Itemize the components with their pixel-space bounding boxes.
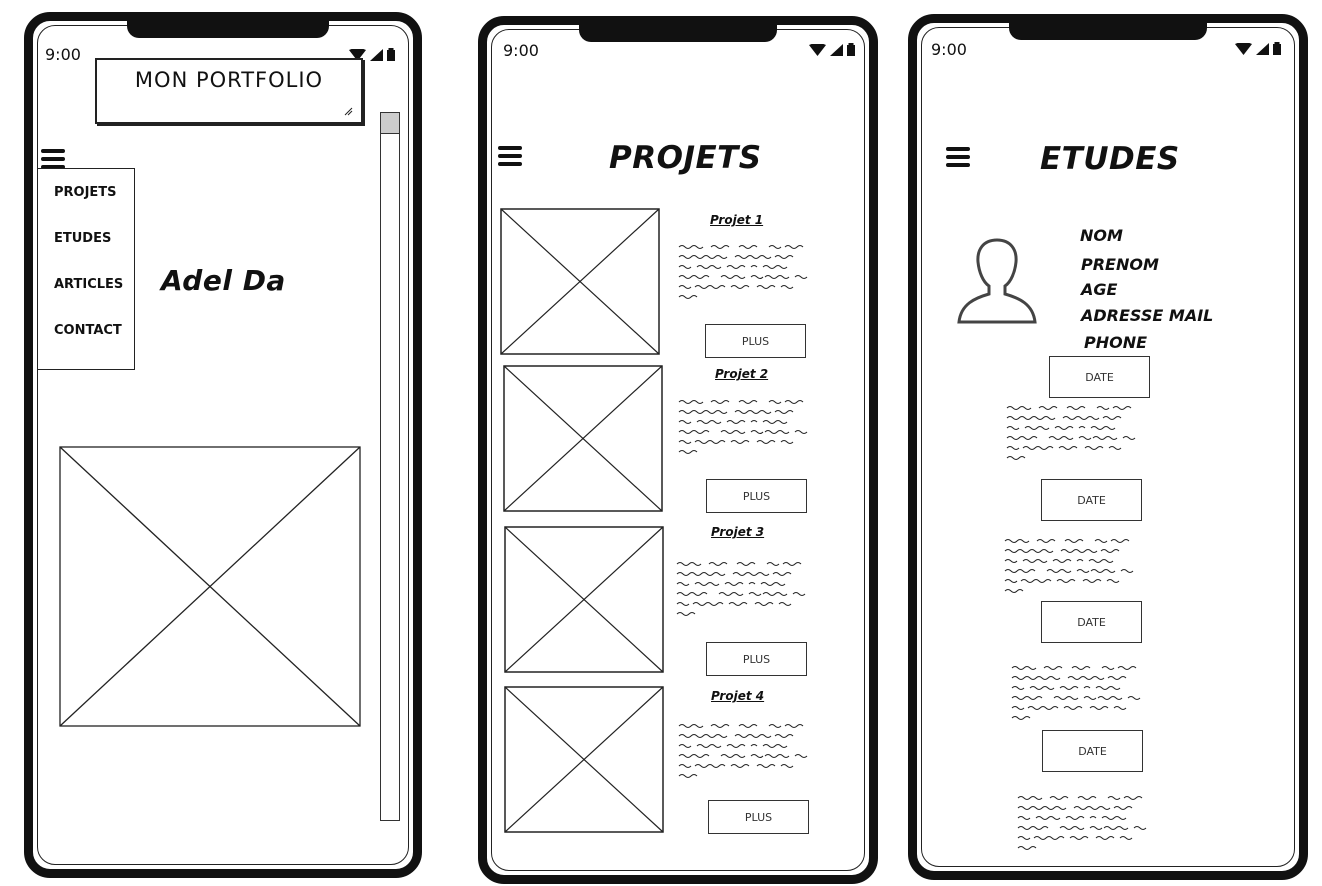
hamburger-icon[interactable]	[946, 147, 970, 167]
field-phone: PHONE	[1084, 333, 1148, 352]
phone-notch	[579, 16, 777, 42]
phone-screen	[37, 25, 409, 865]
lorem-text-block	[1004, 539, 1134, 593]
date-box: DATE	[1041, 479, 1142, 521]
nav-menu: PROJETS ETUDES ARTICLES CONTACT	[37, 168, 135, 370]
menu-item-articles[interactable]: ARTICLES	[54, 277, 123, 292]
lorem-text-block	[1011, 666, 1141, 720]
image-placeholder-icon	[59, 446, 361, 727]
portfolio-header: MON PORTFOLIO	[95, 58, 363, 124]
battery-icon	[847, 43, 855, 56]
plus-button[interactable]: PLUS	[708, 800, 809, 834]
scrollbar-thumb[interactable]	[381, 113, 399, 134]
field-age: AGE	[1081, 280, 1118, 299]
plus-button[interactable]: PLUS	[706, 642, 807, 676]
hamburger-icon[interactable]	[498, 146, 522, 166]
plus-button[interactable]: PLUS	[706, 479, 807, 513]
field-prenom: PRENOM	[1081, 255, 1159, 274]
lorem-text-block	[1017, 796, 1147, 850]
page-title: PROJETS	[609, 140, 762, 176]
hamburger-icon[interactable]	[41, 149, 65, 169]
date-box: DATE	[1042, 730, 1143, 772]
status-time: 9:00	[45, 45, 81, 64]
resize-handle-icon	[344, 107, 353, 116]
plus-button[interactable]: PLUS	[705, 324, 806, 358]
signal-icon	[370, 48, 383, 61]
project-link-3[interactable]: Projet 3	[711, 525, 764, 539]
phone-notch	[1009, 14, 1207, 40]
image-placeholder-icon	[504, 526, 664, 673]
status-icons	[1235, 42, 1281, 55]
field-nom: NOM	[1080, 226, 1123, 245]
menu-item-etudes[interactable]: ETUDES	[54, 231, 111, 246]
lorem-text-block	[678, 245, 808, 299]
field-adresse-mail: ADRESSE MAIL	[1081, 306, 1214, 325]
image-placeholder-icon	[503, 365, 663, 512]
menu-item-contact[interactable]: CONTACT	[54, 323, 122, 338]
image-placeholder-icon	[500, 208, 660, 355]
lorem-text-block	[676, 562, 806, 616]
menu-item-projets[interactable]: PROJETS	[54, 185, 117, 200]
phone-projets: 9:00 PROJETS Projet 1 PLUS Projet 2 PLUS…	[478, 16, 878, 884]
owner-name: Adel Da	[161, 264, 286, 297]
wifi-icon	[1235, 42, 1252, 55]
date-box: DATE	[1049, 356, 1150, 398]
project-link-1[interactable]: Projet 1	[710, 213, 763, 227]
project-link-2[interactable]: Projet 2	[715, 367, 768, 381]
lorem-text-block	[678, 724, 808, 778]
battery-icon	[1273, 42, 1281, 55]
user-avatar-icon	[957, 238, 1037, 324]
lorem-text-block	[1006, 406, 1136, 460]
status-time: 9:00	[503, 41, 539, 60]
phone-etudes: 9:00 ETUDES NOM PRENOM AGE ADRESSE MAIL …	[908, 14, 1308, 880]
signal-icon	[830, 43, 843, 56]
wifi-icon	[809, 43, 826, 56]
scrollbar[interactable]	[380, 112, 400, 821]
lorem-text-block	[678, 400, 808, 454]
status-icons	[809, 43, 855, 56]
date-box: DATE	[1041, 601, 1142, 643]
phone-home: 9:00 MON PORTFOLIO PROJETS ETUDES ARTICL…	[24, 12, 422, 878]
signal-icon	[1256, 42, 1269, 55]
battery-icon	[387, 48, 395, 61]
phone-notch	[127, 12, 329, 38]
status-time: 9:00	[931, 40, 967, 59]
project-link-4[interactable]: Projet 4	[711, 689, 764, 703]
portfolio-title: MON PORTFOLIO	[134, 68, 324, 92]
image-placeholder-icon	[504, 686, 664, 833]
page-title: ETUDES	[1040, 141, 1180, 177]
